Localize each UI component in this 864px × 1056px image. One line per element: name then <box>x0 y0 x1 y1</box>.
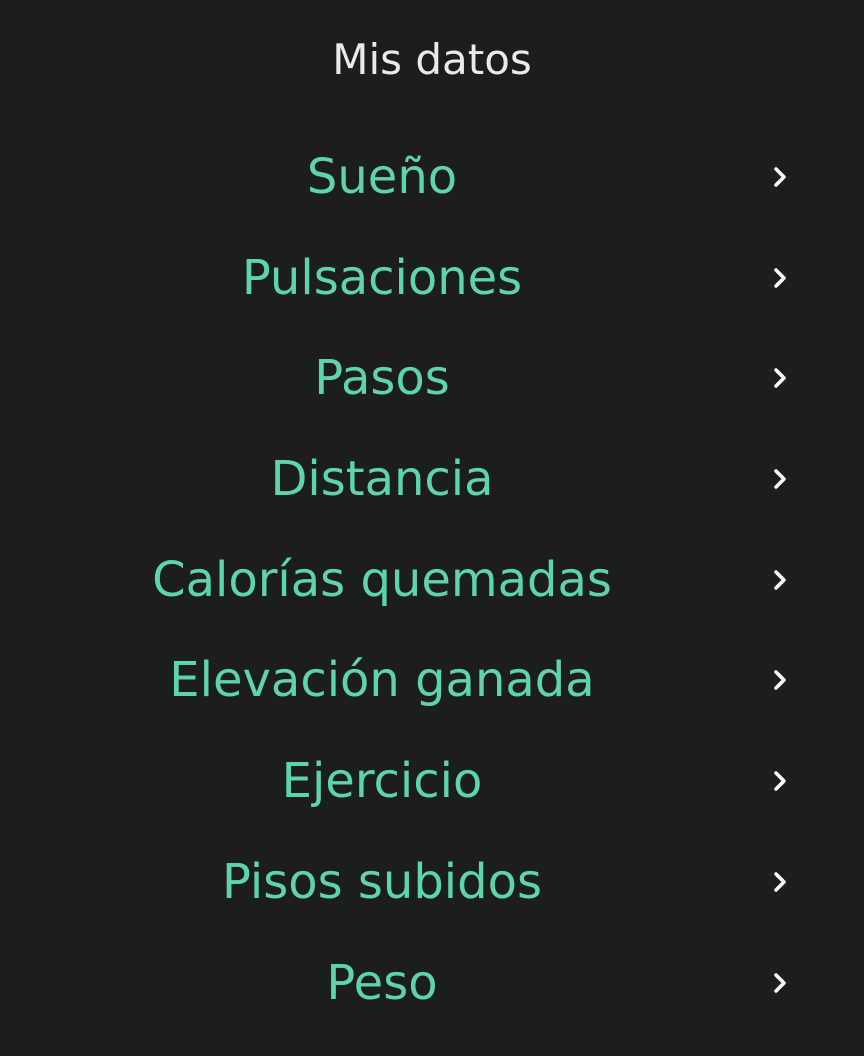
chevron-right-icon <box>766 666 794 694</box>
menu-item-label: Calorías quemadas <box>152 551 612 608</box>
chevron-right-icon <box>766 465 794 493</box>
menu-item-label: Peso <box>326 954 438 1011</box>
menu-item-peso[interactable]: Peso <box>0 933 864 1034</box>
menu-item-ejercicio[interactable]: Ejercicio <box>0 731 864 832</box>
chevron-right-icon <box>766 767 794 795</box>
menu-item-label: Distancia <box>270 451 494 508</box>
menu-item-label: Pisos subidos <box>222 853 542 910</box>
data-category-list: Sueño Pulsaciones Pasos Distancia Calorí… <box>0 127 864 1033</box>
menu-item-sueno[interactable]: Sueño <box>0 127 864 228</box>
menu-item-pasos[interactable]: Pasos <box>0 328 864 429</box>
menu-item-label: Ejercicio <box>281 753 483 810</box>
menu-item-label: Elevación ganada <box>169 652 595 709</box>
menu-item-elevacion-ganada[interactable]: Elevación ganada <box>0 630 864 731</box>
chevron-right-icon <box>766 566 794 594</box>
page-title: Mis datos <box>332 35 532 84</box>
menu-item-distancia[interactable]: Distancia <box>0 429 864 530</box>
chevron-right-icon <box>766 364 794 392</box>
chevron-right-icon <box>766 163 794 191</box>
menu-item-pisos-subidos[interactable]: Pisos subidos <box>0 832 864 933</box>
menu-item-label: Pulsaciones <box>241 249 523 306</box>
menu-item-label: Pasos <box>314 350 450 407</box>
chevron-right-icon <box>766 969 794 997</box>
menu-item-label: Sueño <box>306 149 458 205</box>
chevron-right-icon <box>766 868 794 896</box>
chevron-right-icon <box>766 264 794 292</box>
menu-item-pulsaciones[interactable]: Pulsaciones <box>0 228 864 329</box>
menu-item-calorias-quemadas[interactable]: Calorías quemadas <box>0 530 864 631</box>
